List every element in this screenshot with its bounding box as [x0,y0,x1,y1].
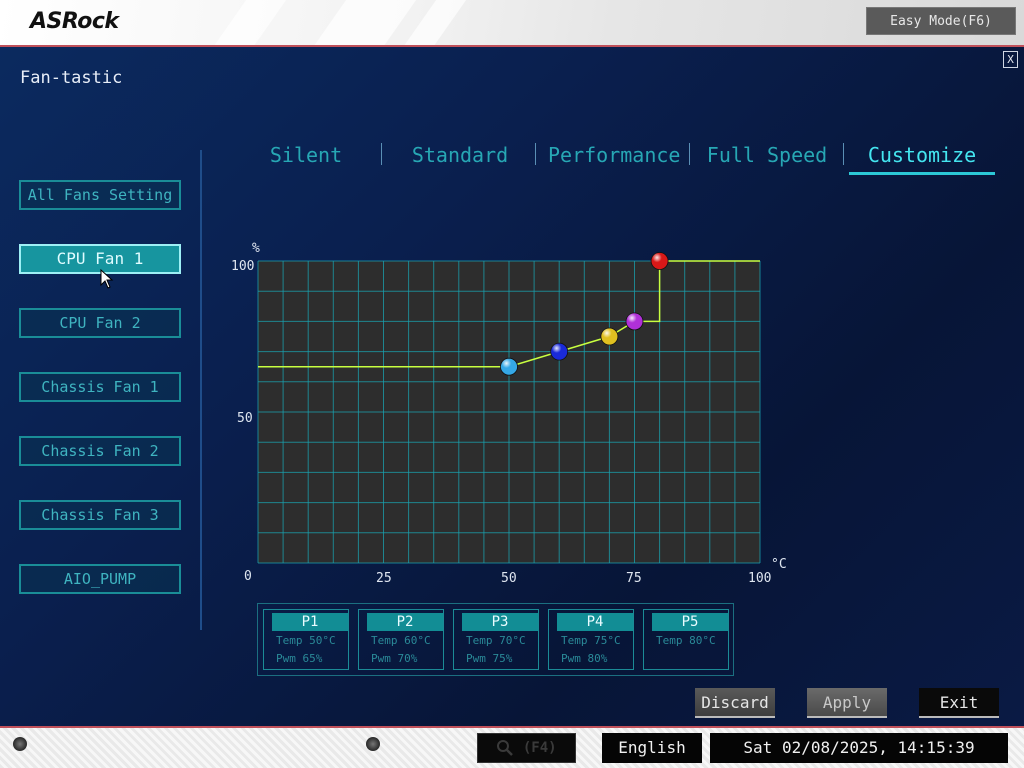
point-name: P5 [652,613,728,631]
search-button[interactable]: (F4) [477,733,576,763]
point-temp: Temp 60°C [371,634,431,647]
apply-button[interactable]: Apply [807,688,887,718]
datetime-display: Sat 02/08/2025, 14:15:39 [710,733,1008,763]
curve-point-p5[interactable] [650,252,669,270]
screw-icon [366,737,380,751]
point-name: P2 [367,613,443,631]
curve-point-p4[interactable] [625,312,644,331]
search-shortcut-label: (F4) [522,740,557,756]
curve-point-highlight [550,343,568,361]
screw-icon [13,737,27,751]
curve-point-p2[interactable] [550,342,569,361]
point-name: P4 [557,613,633,631]
curve-point-highlight [600,328,618,345]
point-temp: Temp 80°C [656,634,716,647]
point-temp: Temp 75°C [561,634,621,647]
point-card-p4[interactable]: P4 Temp 75°C Pwm 80% [548,609,634,670]
point-pwm: Pwm 65% [276,652,323,665]
point-card-p3[interactable]: P3 Temp 70°C Pwm 75% [453,609,539,670]
discard-button[interactable]: Discard [695,688,775,718]
search-icon [497,740,514,756]
point-temp: Temp 50°C [276,634,336,647]
curve-point-highlight [500,358,518,376]
point-card-p5[interactable]: P5 Temp 80°C [643,609,729,670]
exit-button[interactable]: Exit [919,688,999,718]
point-temp: Temp 70°C [466,634,526,647]
point-name: P1 [272,613,348,631]
curve-point-highlight [626,312,643,330]
point-card-p1[interactable]: P1 Temp 50°C Pwm 65% [263,609,349,670]
curve-point-p1[interactable] [500,357,518,376]
language-selector[interactable]: English [602,733,702,763]
point-pwm: Pwm 70% [371,652,418,665]
curve-point-p3[interactable] [600,327,619,346]
point-card-p2[interactable]: P2 Temp 60°C Pwm 70% [358,609,444,670]
point-pwm: Pwm 75% [466,652,513,665]
point-name: P3 [462,613,538,631]
point-pwm: Pwm 80% [561,652,608,665]
curve-point-highlight [651,252,669,270]
